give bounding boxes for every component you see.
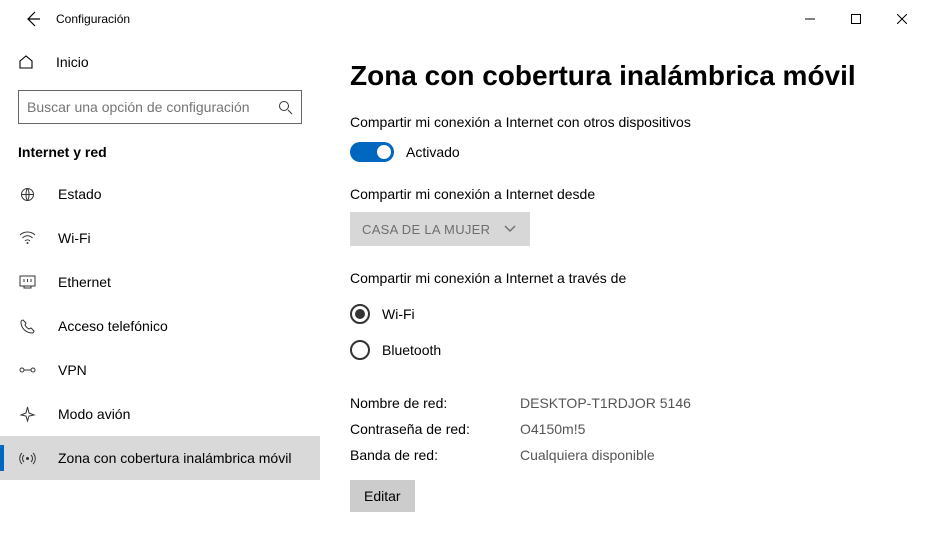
- search-icon: [277, 100, 293, 115]
- chevron-down-icon: [504, 225, 516, 233]
- sidebar-item-ethernet[interactable]: Ethernet: [0, 260, 320, 304]
- sidebar-section-header: Internet y red: [0, 138, 320, 172]
- sidebar-item-hotspot[interactable]: Zona con cobertura inalámbrica móvil: [0, 436, 320, 480]
- page-title: Zona con cobertura inalámbrica móvil: [350, 60, 895, 92]
- vpn-icon: [18, 363, 36, 377]
- radio-label: Bluetooth: [382, 342, 441, 358]
- window-controls: [787, 0, 925, 38]
- sidebar-item-label: Zona con cobertura inalámbrica móvil: [58, 450, 291, 466]
- share-from-value: CASA DE LA MUJER: [362, 222, 490, 237]
- radio-button: [350, 304, 370, 324]
- info-row: Banda de red: Cualquiera disponible: [350, 442, 895, 468]
- share-toggle-row: Activado: [350, 142, 895, 162]
- sidebar-item-status[interactable]: Estado: [0, 172, 320, 216]
- close-button[interactable]: [879, 0, 925, 38]
- sidebar-item-label: Acceso telefónico: [58, 318, 168, 334]
- share-from-label: Compartir mi conexión a Internet desde: [350, 186, 895, 202]
- ethernet-icon: [18, 275, 36, 289]
- radio-button: [350, 340, 370, 360]
- sidebar-item-wifi[interactable]: Wi-Fi: [0, 216, 320, 260]
- toggle-state-label: Activado: [406, 144, 460, 160]
- sidebar-item-label: Estado: [58, 186, 102, 202]
- radio-wifi[interactable]: Wi-Fi: [350, 296, 895, 332]
- share-over-radio-group: Wi-Fi Bluetooth: [350, 296, 895, 368]
- sidebar-item-label: VPN: [58, 362, 87, 378]
- sidebar-item-label: Wi-Fi: [58, 230, 91, 246]
- dialup-icon: [18, 318, 36, 335]
- window-title: Configuración: [56, 12, 130, 26]
- info-row: Nombre de red: DESKTOP-T1RDJOR 5146: [350, 390, 895, 416]
- hotspot-icon: [18, 450, 36, 467]
- main: Zona con cobertura inalámbrica móvil Com…: [320, 38, 925, 545]
- content: Inicio Internet y red Estado Wi-Fi Ether…: [0, 38, 925, 545]
- share-toggle[interactable]: [350, 142, 394, 162]
- sidebar-item-airplane[interactable]: Modo avión: [0, 392, 320, 436]
- titlebar: Configuración: [0, 0, 925, 38]
- info-value: O4150m!5: [520, 421, 585, 437]
- share-over-label: Compartir mi conexión a Internet a travé…: [350, 270, 895, 286]
- sidebar-item-vpn[interactable]: VPN: [0, 348, 320, 392]
- share-from-select[interactable]: CASA DE LA MUJER: [350, 212, 530, 246]
- search-input[interactable]: [27, 99, 277, 115]
- maximize-button[interactable]: [833, 0, 879, 38]
- airplane-icon: [18, 406, 36, 423]
- search-input-container[interactable]: [18, 90, 302, 124]
- minimize-button[interactable]: [787, 0, 833, 38]
- info-row: Contraseña de red: O4150m!5: [350, 416, 895, 442]
- sidebar: Inicio Internet y red Estado Wi-Fi Ether…: [0, 38, 320, 545]
- radio-bluetooth[interactable]: Bluetooth: [350, 332, 895, 368]
- info-key: Contraseña de red:: [350, 421, 520, 437]
- radio-label: Wi-Fi: [382, 306, 415, 322]
- edit-button[interactable]: Editar: [350, 480, 415, 512]
- sidebar-item-label: Ethernet: [58, 274, 111, 290]
- status-icon: [18, 186, 36, 203]
- sidebar-home-label: Inicio: [56, 54, 89, 70]
- info-value: Cualquiera disponible: [520, 447, 655, 463]
- wifi-icon: [18, 231, 36, 245]
- sidebar-item-dialup[interactable]: Acceso telefónico: [0, 304, 320, 348]
- info-value: DESKTOP-T1RDJOR 5146: [520, 395, 691, 411]
- sidebar-item-label: Modo avión: [58, 406, 130, 422]
- back-button[interactable]: [14, 11, 52, 27]
- home-icon: [18, 54, 34, 70]
- share-label: Compartir mi conexión a Internet con otr…: [350, 114, 895, 130]
- info-key: Nombre de red:: [350, 395, 520, 411]
- info-key: Banda de red:: [350, 447, 520, 463]
- sidebar-home[interactable]: Inicio: [0, 44, 320, 80]
- network-info: Nombre de red: DESKTOP-T1RDJOR 5146 Cont…: [350, 390, 895, 468]
